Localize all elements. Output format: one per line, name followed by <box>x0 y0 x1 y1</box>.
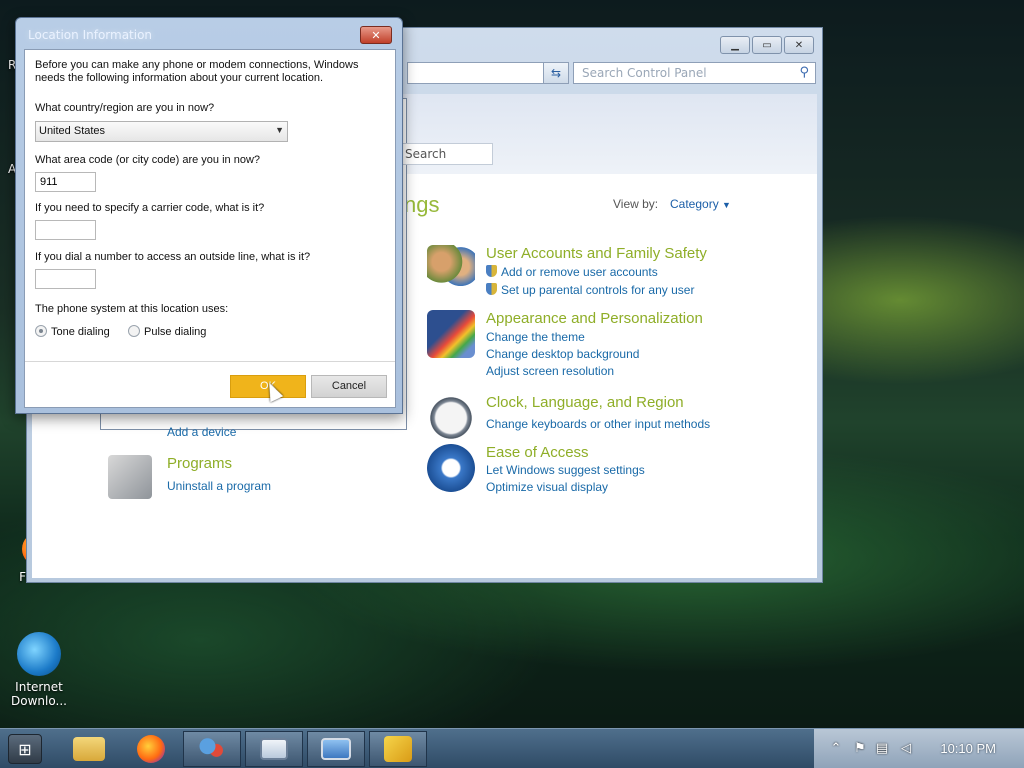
phone-icon <box>384 736 412 762</box>
link-add-remove-user-accounts[interactable]: Add or remove user accounts <box>486 265 658 279</box>
control-panel-icon <box>260 738 288 760</box>
view-by-value: Category <box>670 197 719 211</box>
users-icon <box>427 245 475 293</box>
country-select[interactable]: United States ▼ <box>35 121 288 142</box>
pulse-dialing-label: Pulse dialing <box>144 326 207 338</box>
maximize-button[interactable]: ▭ <box>752 36 782 54</box>
network-icon[interactable]: ▤ <box>874 741 890 757</box>
start-button[interactable]: ⊞ <box>8 734 42 764</box>
category-title[interactable]: Appearance and Personalization <box>486 310 703 327</box>
divider <box>25 361 395 362</box>
taskbar-display-settings[interactable] <box>307 731 365 767</box>
monitor-keyboard-icon <box>321 738 351 760</box>
close-button[interactable]: ✕ <box>784 36 814 54</box>
shield-icon <box>486 283 497 295</box>
link-parental-controls[interactable]: Set up parental controls for any user <box>486 283 694 297</box>
link-change-theme[interactable]: Change the theme <box>486 330 585 344</box>
link-uninstall-program[interactable]: Uninstall a program <box>167 479 271 493</box>
close-icon: ✕ <box>794 39 804 51</box>
country-label: What country/region are you in now? <box>35 102 215 114</box>
taskbar-firefox[interactable] <box>122 731 180 767</box>
clock-globe-icon <box>427 394 475 442</box>
action-center-flag-icon[interactable]: ⚑ <box>852 741 868 757</box>
page-title: ngs <box>404 192 440 217</box>
link-text: Set up parental controls for any user <box>501 283 695 297</box>
show-hidden-icons-icon[interactable]: ⌃ <box>828 741 844 757</box>
dialog-search-input[interactable]: Search <box>402 143 493 165</box>
taskbar-clock[interactable]: 10:10 PM <box>940 741 996 756</box>
minimize-button[interactable]: ▁ <box>720 36 750 54</box>
tone-dialing-label: Tone dialing <box>51 326 110 338</box>
search-placeholder: Search Control Panel <box>582 66 707 80</box>
link-change-desktop-background[interactable]: Change desktop background <box>486 347 639 361</box>
monitor-paint-icon <box>427 310 475 358</box>
carrier-code-label: If you need to specify a carrier code, w… <box>35 202 265 214</box>
chevron-down-icon: ▼ <box>275 125 284 135</box>
shield-icon <box>486 265 497 277</box>
link-add-device[interactable]: Add a device <box>167 425 236 439</box>
dialog-title: Location Information <box>28 28 153 42</box>
view-by-label: View by: <box>613 197 659 211</box>
phone-system-label: The phone system at this location uses: <box>35 303 229 315</box>
carrier-code-field[interactable] <box>35 220 96 240</box>
system-tray: ⌃ ⚑ ▤ ◁ 10:10 PM <box>814 729 1024 768</box>
tone-dialing-radio[interactable]: Tone dialing <box>35 325 110 338</box>
area-code-field[interactable]: 911 <box>35 172 96 192</box>
area-code-label: What area code (or city code) are you in… <box>35 154 261 166</box>
search-input[interactable]: Search Control Panel ⚲ <box>573 62 816 84</box>
location-information-dialog: Location Information ✕ Before you can ma… <box>15 17 403 414</box>
window-controls: ▁ ▭ ✕ <box>720 36 814 54</box>
outside-line-field[interactable] <box>35 269 96 289</box>
ease-of-access-icon <box>427 444 475 492</box>
desktop-icon-internet-download-manager[interactable]: Internet Downlo... <box>4 632 74 708</box>
desktop-icon-label: Internet Downlo... <box>11 680 67 708</box>
outside-line-label: If you dial a number to access an outsid… <box>35 251 311 263</box>
chevron-down-icon: ▼ <box>722 200 731 210</box>
close-icon: ✕ <box>371 28 381 42</box>
refresh-icon: ⇆ <box>550 66 562 80</box>
taskbar-network-tool[interactable] <box>183 731 241 767</box>
radio-unselected-icon <box>128 325 140 337</box>
intro-text: Before you can make any phone or modem c… <box>35 59 359 84</box>
dialog-close-button[interactable]: ✕ <box>360 26 392 44</box>
minimize-icon: ▁ <box>731 39 739 51</box>
taskbar: ⊞ ⌃ ⚑ ▤ ◁ 10:10 PM <box>0 728 1024 768</box>
taskbar-control-panel[interactable] <box>245 731 303 767</box>
link-text: Add or remove user accounts <box>501 265 658 279</box>
radio-selected-icon <box>35 325 47 337</box>
taskbar-phone-modem[interactable] <box>369 731 427 767</box>
taskbar-file-explorer[interactable] <box>60 731 118 767</box>
link-optimize-visual-display[interactable]: Optimize visual display <box>486 480 608 494</box>
cancel-button[interactable]: Cancel <box>311 375 387 398</box>
country-value: United States <box>39 125 106 137</box>
view-by-dropdown[interactable]: Category ▼ <box>670 197 731 211</box>
maximize-icon: ▭ <box>762 39 772 51</box>
link-let-windows-suggest[interactable]: Let Windows suggest settings <box>486 463 645 477</box>
link-change-keyboards[interactable]: Change keyboards or other input methods <box>486 417 710 431</box>
dialog-body: Before you can make any phone or modem c… <box>24 49 396 408</box>
search-icon[interactable]: ⚲ <box>799 65 809 80</box>
network-users-icon <box>197 735 227 763</box>
folder-icon <box>73 737 105 761</box>
category-title[interactable]: User Accounts and Family Safety <box>486 245 707 262</box>
windows-logo-icon: ⊞ <box>18 739 32 759</box>
firefox-icon <box>137 735 165 763</box>
refresh-button[interactable]: ⇆ <box>543 62 569 84</box>
category-title[interactable]: Clock, Language, and Region <box>486 394 684 411</box>
volume-muted-icon[interactable]: ◁ <box>898 741 914 757</box>
pulse-dialing-radio[interactable]: Pulse dialing <box>128 325 206 338</box>
category-title[interactable]: Programs <box>167 455 232 472</box>
internet-download-manager-icon <box>17 632 61 676</box>
programs-icon <box>108 455 152 499</box>
link-adjust-screen-resolution[interactable]: Adjust screen resolution <box>486 364 614 378</box>
category-title[interactable]: Ease of Access <box>486 444 589 461</box>
